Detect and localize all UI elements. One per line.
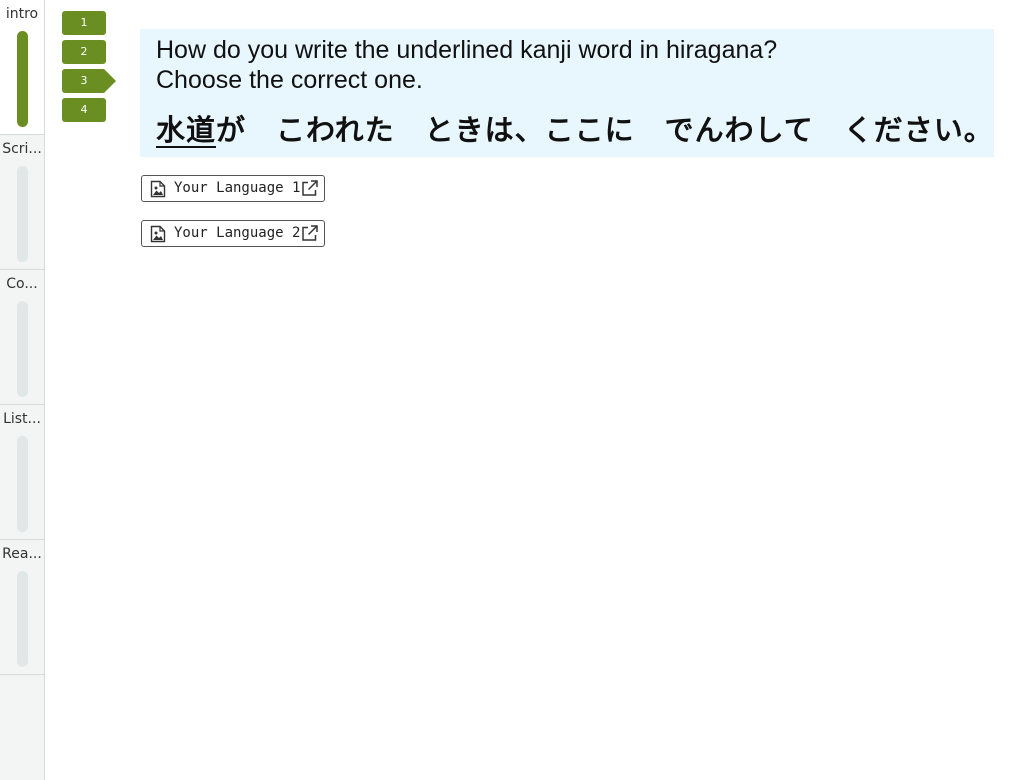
section-label: intro — [5, 6, 39, 22]
your-language-1-button[interactable]: Your Language 1 — [141, 175, 325, 202]
question-number-3-current[interactable]: 3 — [62, 69, 116, 93]
question-number-4[interactable]: 4 — [62, 98, 106, 122]
section-listening[interactable]: List... — [0, 405, 44, 540]
section-progress-track — [17, 301, 28, 397]
your-language-2-button[interactable]: Your Language 2 — [141, 220, 325, 247]
section-rail: intro Scri... Co... List... Rea... — [0, 0, 45, 780]
section-intro[interactable]: intro — [0, 0, 44, 135]
section-progress-track — [17, 436, 28, 532]
section-reading[interactable]: Rea... — [0, 540, 44, 675]
question-panel: How do you write the underlined kanji wo… — [140, 29, 994, 157]
question-number-2[interactable]: 2 — [62, 40, 106, 64]
prompt-line-2: Choose the correct one. — [156, 66, 423, 94]
question-sentence: 水道が こわれた ときは、ここに でんわして ください。 — [156, 107, 993, 149]
external-link-icon — [302, 225, 318, 241]
external-link-icon — [302, 180, 318, 196]
section-label: Scri... — [2, 141, 42, 157]
section-label: Rea... — [2, 546, 42, 562]
section-progress-track — [17, 166, 28, 262]
sentence-remainder: が こわれた ときは、ここに でんわして ください。 — [216, 113, 994, 147]
image-file-icon — [150, 180, 166, 198]
section-label: List... — [3, 411, 41, 427]
language-button-label: Your Language 1 — [174, 180, 301, 196]
question-number-1[interactable]: 1 — [62, 11, 106, 35]
underlined-kanji-word: 水道 — [156, 113, 217, 147]
prompt-line-1: How do you write the underlined kanji wo… — [156, 36, 778, 64]
section-progress-track — [17, 571, 28, 667]
image-file-icon — [150, 225, 166, 243]
section-conversation[interactable]: Co... — [0, 270, 44, 405]
section-label: Co... — [6, 276, 38, 292]
language-button-label: Your Language 2 — [174, 225, 301, 241]
section-script[interactable]: Scri... — [0, 135, 44, 270]
section-progress-track — [17, 31, 28, 127]
rail-empty-area — [0, 675, 44, 780]
question-prompt: How do you write the underlined kanji wo… — [156, 35, 986, 95]
